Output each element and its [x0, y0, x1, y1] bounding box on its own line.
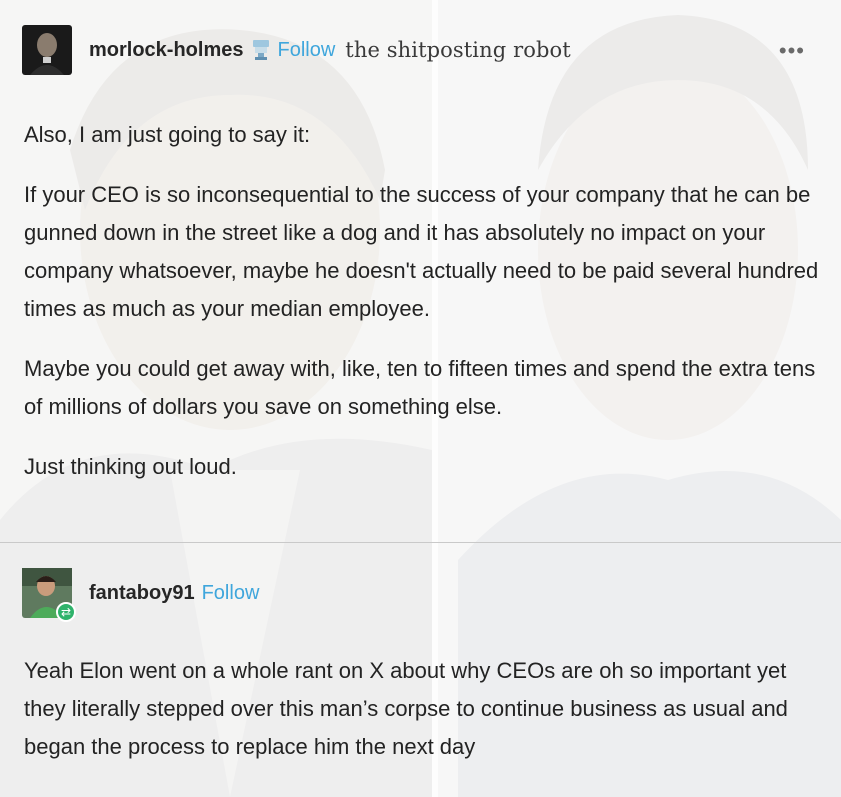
post-body: Also, I am just going to say it: If your…	[24, 116, 824, 508]
reblog-separator	[0, 542, 841, 543]
post: morlock-holmes Follow the shitposting ro…	[0, 0, 841, 797]
reblog-paragraph: Yeah Elon went on a whole rant on X abou…	[24, 658, 788, 759]
trophy-badge-icon	[251, 39, 271, 61]
post-paragraph: Also, I am just going to say it:	[24, 122, 311, 147]
blog-title[interactable]: the shitposting robot	[345, 38, 571, 62]
reblog-username[interactable]: fantaboy91	[89, 582, 195, 605]
reblog-body: Yeah Elon went on a whole rant on X abou…	[24, 652, 824, 766]
post-paragraph: If your CEO is so inconsequential to the…	[24, 182, 819, 321]
post-header: morlock-holmes Follow the shitposting ro…	[22, 24, 571, 76]
avatar[interactable]	[22, 25, 72, 75]
reblog-header: ⇄ fantaboy91 Follow	[22, 567, 260, 622]
post-username[interactable]: morlock-holmes	[89, 39, 243, 62]
follow-button[interactable]: Follow	[277, 39, 335, 62]
reblog-icon: ⇄	[56, 602, 76, 622]
post-paragraph: Just thinking out loud.	[24, 454, 237, 479]
reblog-avatar[interactable]: ⇄	[22, 568, 76, 622]
post-paragraph: Maybe you could get away with, like, ten…	[24, 356, 816, 419]
more-options-button[interactable]: •••	[779, 38, 805, 64]
reblog-follow-button[interactable]: Follow	[202, 582, 260, 605]
